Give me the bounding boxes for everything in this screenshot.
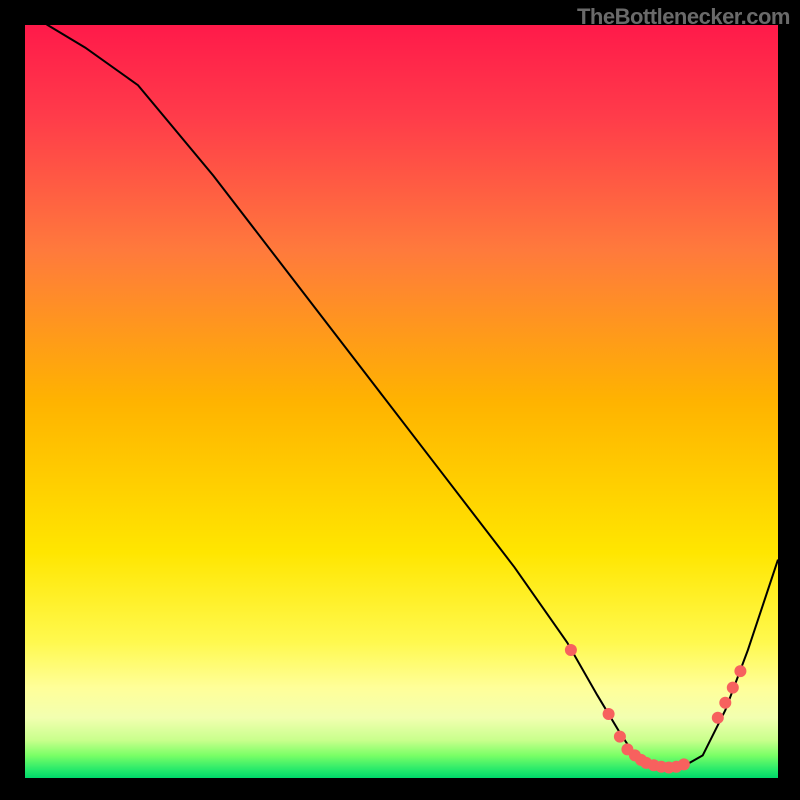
- highlight-point: [712, 712, 724, 724]
- highlight-point: [603, 708, 615, 720]
- gradient-background: [25, 25, 778, 778]
- highlight-point: [614, 731, 626, 743]
- highlight-point: [727, 682, 739, 694]
- highlight-point: [678, 758, 690, 770]
- highlight-point: [734, 665, 746, 677]
- chart-container: TheBottlenecker.com: [0, 0, 800, 800]
- chart-svg: [25, 25, 778, 778]
- highlight-point: [565, 644, 577, 656]
- plot-area: [25, 25, 778, 778]
- highlight-point: [719, 697, 731, 709]
